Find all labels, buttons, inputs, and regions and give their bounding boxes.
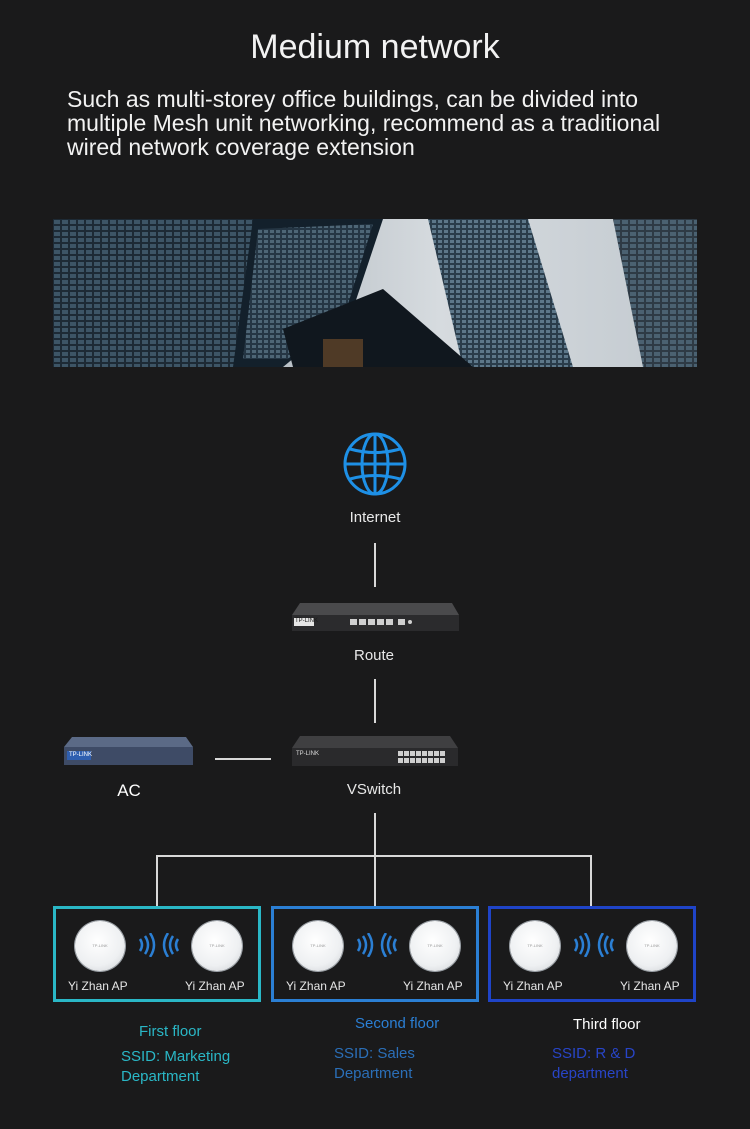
wireless-signal-icon [138, 933, 180, 957]
skyscraper-photo [53, 219, 697, 367]
wireless-signal-icon [573, 933, 615, 957]
floor-3-ap-group: TP-LINK TP-LINK Yi Zhan AP Yi Zhan AP [488, 906, 696, 1002]
globe-icon [343, 432, 407, 501]
switch-label: VSwitch [346, 781, 402, 798]
ssid-line: Department [121, 1068, 200, 1085]
link-switch-bus [374, 813, 376, 856]
access-point-icon: TP-LINK [293, 921, 343, 971]
access-point-icon: TP-LINK [75, 921, 125, 971]
ap-brand-label: TP-LINK [527, 943, 543, 948]
page-subtitle: Such as multi-storey office buildings, c… [67, 86, 661, 160]
ap-label: Yi Zhan AP [620, 979, 680, 993]
access-point-icon: TP-LINK [510, 921, 560, 971]
link-router-switch [374, 679, 376, 723]
skyscraper-illustration [53, 219, 697, 367]
router-brand-label: TP-LINK [295, 618, 319, 624]
ap-label: Yi Zhan AP [286, 979, 346, 993]
floor-3-label: Third floor [573, 1016, 641, 1033]
floor-3-ssid: SSID: R & D department [552, 1044, 635, 1084]
floor-2-ap-group: TP-LINK TP-LINK Yi Zhan AP Yi Zhan AP [271, 906, 479, 1002]
ap-label: Yi Zhan AP [68, 979, 128, 993]
ap-brand-label: TP-LINK [92, 943, 108, 948]
access-point-icon: TP-LINK [192, 921, 242, 971]
ssid-line: SSID: Sales [334, 1045, 415, 1062]
ac-label: AC [117, 781, 141, 800]
access-point-icon: TP-LINK [627, 921, 677, 971]
ssid-line: Department [334, 1065, 413, 1082]
wireless-signal-icon [356, 933, 398, 957]
internet-label: Internet [349, 509, 401, 526]
floor-2-ssid: SSID: Sales Department [334, 1044, 415, 1084]
ap-label: Yi Zhan AP [403, 979, 463, 993]
ap-brand-label: TP-LINK [209, 943, 225, 948]
ap-label: Yi Zhan AP [503, 979, 563, 993]
floor-2-label: Second floor [355, 1015, 440, 1032]
ssid-line: SSID: Marketing [121, 1048, 231, 1065]
router-device: TP-LINK [292, 603, 459, 640]
ap-brand-label: TP-LINK [427, 943, 443, 948]
ap-label: Yi Zhan AP [185, 979, 245, 993]
ap-brand-label: TP-LINK [310, 943, 326, 948]
ssid-line: SSID: R & D [552, 1045, 636, 1062]
floor-1-label: First floor [139, 1023, 202, 1040]
switch-device: TP-LINK [292, 736, 458, 773]
floor-1-ssid: SSID: Marketing Department [121, 1047, 230, 1087]
page-title: Medium network [250, 28, 500, 66]
link-floor-2 [374, 855, 376, 906]
access-point-icon: TP-LINK [410, 921, 460, 971]
router-label: Route [353, 647, 395, 664]
link-floor-3 [590, 855, 592, 906]
link-ac-switch [215, 758, 271, 760]
ap-brand-label: TP-LINK [644, 943, 660, 948]
link-internet-router [374, 543, 376, 587]
ac-device: TP-LINK [64, 737, 193, 774]
floor-1-ap-group: TP-LINK TP-LINK Yi Zhan AP Yi Zhan AP [53, 906, 261, 1002]
ssid-line: department [552, 1065, 628, 1082]
switch-brand-label: TP-LINK [296, 751, 320, 757]
ac-brand-label: TP-LINK [69, 752, 93, 758]
link-floor-1 [156, 855, 158, 906]
